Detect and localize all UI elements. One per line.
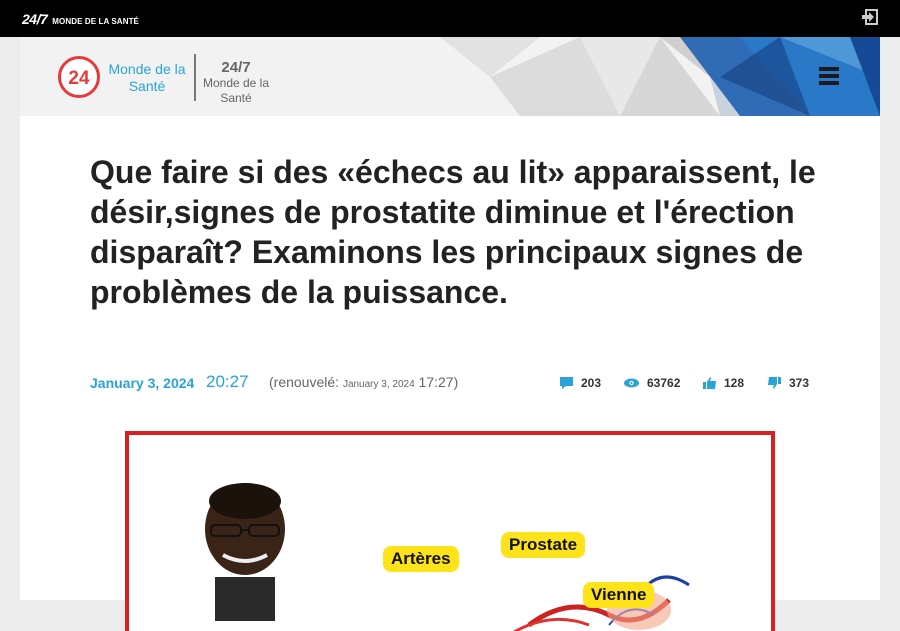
label-prostate: Prostate (501, 532, 586, 558)
renewed-info: (renouvelé: January 3, 2024 17:27) (269, 374, 458, 390)
svg-text:24: 24 (68, 68, 90, 89)
article-image[interactable]: Artères Prostate Vienne (125, 431, 775, 631)
brand-number: 24/7 (22, 11, 48, 27)
article-meta: January 3, 2024 20:27 (renouvelé: Januar… (90, 372, 820, 394)
renewed-prefix: (renouvelé: (269, 374, 340, 390)
label-arteries: Artères (383, 546, 459, 572)
article: Que faire si des «échecs au lit» apparai… (20, 116, 880, 631)
views-value: 63762 (647, 376, 681, 390)
thumbs-down-icon (768, 377, 781, 389)
likes-count[interactable]: 128 (703, 376, 744, 390)
hamburger-menu-icon[interactable] (819, 67, 839, 85)
comment-icon (560, 377, 573, 389)
publish-time: 20:27 (206, 372, 249, 391)
top-bar: 24/7 MONDE DE LA SANTÉ (0, 0, 900, 37)
logo-text: Monde de la Santé (107, 61, 187, 95)
top-brand-link[interactable]: 24/7 MONDE DE LA SANTÉ (22, 11, 139, 27)
renewed-date: January 3, 2024 (342, 379, 415, 390)
views-count: 63762 (624, 376, 680, 390)
renewed-time: 17:27) (418, 374, 459, 390)
likes-value: 128 (724, 376, 745, 390)
dislikes-count[interactable]: 373 (768, 376, 809, 390)
logo-line-2: Santé (128, 78, 166, 94)
logo-secondary: 24/7 Monde de la Santé (197, 60, 275, 106)
comments-value: 203 (581, 376, 602, 390)
login-icon[interactable] (862, 9, 878, 25)
logo-24-icon: 24 (58, 56, 100, 98)
dislikes-value: 373 (789, 376, 810, 390)
logo-line-1: Monde de la (108, 61, 186, 77)
site-header: 24 Monde de la Santé 24/7 Monde de la Sa… (20, 37, 880, 116)
logo2-line-2: Monde de la (202, 76, 270, 90)
publish-date: January 3, 2024 (90, 375, 195, 391)
article-title: Que faire si des «échecs au lit» apparai… (90, 154, 816, 310)
eye-icon (624, 378, 639, 388)
brand-name: MONDE DE LA SANTÉ (52, 17, 139, 26)
logo2-line-1: 24/7 (221, 59, 251, 76)
logo-divider (194, 54, 196, 101)
thumbs-up-icon (703, 377, 716, 389)
label-vein: Vienne (583, 582, 655, 608)
doctor-portrait (205, 483, 285, 621)
logo2-line-3: Santé (220, 91, 252, 105)
comments-count[interactable]: 203 (560, 376, 601, 390)
